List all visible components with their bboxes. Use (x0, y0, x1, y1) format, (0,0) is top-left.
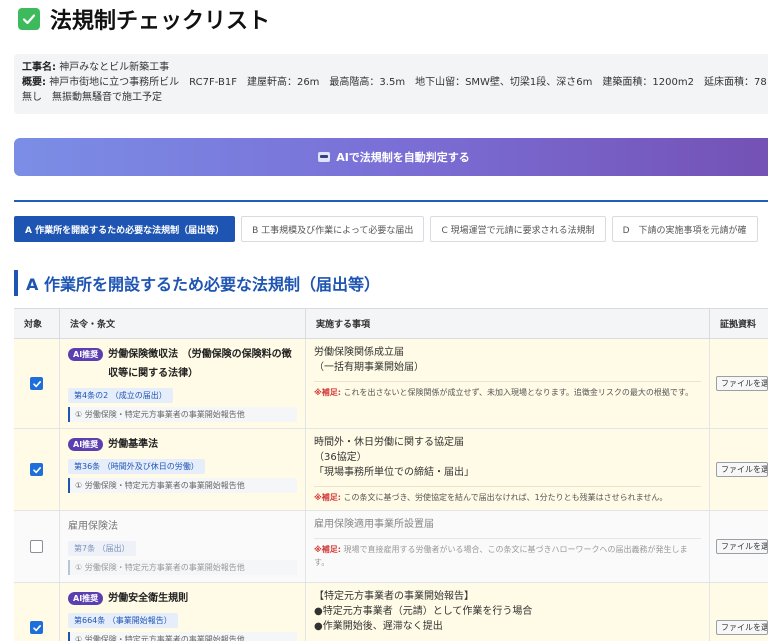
header-law: 法令・条文 (60, 309, 306, 338)
law-cell: AI推奨 労働保険徴収法 （労働保険の保険料の徴収等に関する法律） 第4条の2 … (60, 339, 306, 428)
note-text: 現場で直接雇用する労働者がいる場合、この条文に基づきハローワークへの届出義務が発… (314, 545, 688, 567)
target-checkbox[interactable] (30, 463, 43, 476)
target-checkbox[interactable] (30, 621, 43, 634)
file-select-button[interactable]: ファイルを選択 (716, 462, 768, 477)
article-tag: 第4条の2 （成立の届出） (68, 388, 173, 403)
note-label: ※補足: (314, 388, 341, 397)
ai-judge-button-label: AIで法規制を自動判定する (336, 151, 470, 164)
implement-text: 時間外・休日労働に関する協定届 （36協定） 「現場事務所単位での締結・届出」 (314, 437, 474, 478)
check-icon (18, 8, 40, 30)
tab-b[interactable]: B 工事規模及び作業によって必要な届出 (241, 216, 425, 242)
ai-recommend-badge: AI推奨 (68, 592, 104, 605)
note-text: この条文に基づき、労使協定を結んで届出なければ、1分たりとも残業はさせられません… (343, 493, 668, 502)
target-checkbox[interactable] (30, 540, 43, 553)
tab-d[interactable]: D 下請の実施事項を元請が確 (611, 216, 758, 242)
robot-icon (318, 152, 331, 162)
evidence-cell: ファイルを選択 (710, 339, 768, 428)
article-tag: 第36条 （時間外及び休日の労働） (68, 459, 205, 474)
target-checkbox[interactable] (30, 377, 43, 390)
regulation-table: 対象 法令・条文 実施する事項 証拠資料 AI推奨 労働保険徴収法 （労働保険の… (14, 308, 768, 641)
article-tag: 第7条 （届出） (68, 541, 136, 556)
ai-judge-button[interactable]: AIで法規制を自動判定する (14, 138, 768, 176)
note-label: ※補足: (314, 545, 341, 554)
file-select-button[interactable]: ファイルを選択 (716, 539, 768, 554)
implement-cell: 労働保険関係成立届 （一括有期事業開始届） ※補足: これを出さないと保険関係が… (306, 339, 710, 428)
implement-text: 労働保険関係成立届 （一括有期事業開始届） (314, 347, 424, 373)
law-cell: 雇用保険法 第7条 （届出） ① 労働保険・特定元方事業者の事業開始報告他 (60, 511, 306, 582)
project-summary-line: 概要: 神戸市街地に立つ事務所ビル RC7F-B1F 建屋軒高：26m 最高階高… (22, 75, 767, 90)
implement-text: 【特定元方事業者の事業開始報告】 ●特定元方事業者（元請）として作業を行う場合 … (314, 591, 533, 632)
law-cell: AI推奨 労働基準法 第36条 （時間外及び休日の労働） ① 労働保険・特定元方… (60, 429, 306, 510)
note-text: これを出さないと保険関係が成立せず、未加入現場となります。追徴金リスクの最大の根… (343, 388, 694, 397)
project-summary-value: 神戸市街地に立つ事務所ビル RC7F-B1F 建屋軒高：26m 最高階高：3.5… (49, 77, 767, 88)
project-summary-label: 概要: (22, 77, 46, 88)
law-name: 労働基準法 (108, 439, 159, 450)
law-name: 労働保険徴収法 （労働保険の保険料の徴収等に関する法律） (108, 349, 292, 379)
header-target: 対象 (14, 309, 60, 338)
implement-cell: 雇用保険適用事業所設置届 ※補足: 現場で直接雇用する労働者がいる場合、この条文… (306, 511, 710, 582)
evidence-cell: ファイルを選択 (710, 511, 768, 582)
note-label: ※補足: (314, 493, 341, 502)
row-checkbox-cell (14, 339, 60, 428)
procedure-label: ① 労働保険・特定元方事業者の事業開始報告他 (68, 632, 297, 641)
evidence-cell: ファイルを選択 (710, 583, 768, 641)
row-checkbox-cell (14, 511, 60, 582)
law-name: 労働安全衛生規則 (108, 593, 189, 604)
file-select-button[interactable]: ファイルを選択 (716, 376, 768, 391)
tab-a[interactable]: A 作業所を開設するため必要な法規制（届出等） (14, 216, 236, 242)
procedure-label: ① 労働保険・特定元方事業者の事業開始報告他 (68, 407, 297, 422)
section-divider (14, 200, 768, 202)
procedure-label: ① 労働保険・特定元方事業者の事業開始報告他 (68, 478, 297, 493)
file-select-button[interactable]: ファイルを選択 (716, 620, 768, 635)
table-row: AI推奨 労働安全衛生規則 第664条 （事業開始報告） ① 労働保険・特定元方… (14, 583, 768, 641)
law-cell: AI推奨 労働安全衛生規則 第664条 （事業開始報告） ① 労働保険・特定元方… (60, 583, 306, 641)
header-implement: 実施する事項 (306, 309, 710, 338)
note: ※補足: 現場で直接雇用する労働者がいる場合、この条文に基づきハローワークへの届… (314, 538, 701, 569)
table-header: 対象 法令・条文 実施する事項 証拠資料 (14, 309, 768, 339)
project-name-line: 工事名: 神戸みなとビル新築工事 (22, 60, 766, 75)
row-checkbox-cell (14, 429, 60, 510)
page-title: 法規制チェックリスト (50, 9, 271, 34)
tab-c[interactable]: C 現場運営で元請に要求される法規制 (430, 216, 606, 242)
project-summary-continued: 無し 無振動無騒音で施工予定 (22, 92, 162, 103)
article-tag: 第664条 （事業開始報告） (68, 613, 178, 628)
ai-recommend-badge: AI推奨 (68, 348, 104, 361)
project-info: 工事名: 神戸みなとビル新築工事 概要: 神戸市街地に立つ事務所ビル RC7F-… (14, 54, 768, 114)
table-row: AI推奨 労働保険徴収法 （労働保険の保険料の徴収等に関する法律） 第4条の2 … (14, 339, 768, 429)
title-bar: 法規制チェックリスト (18, 4, 270, 34)
evidence-cell: ファイルを選択 (710, 429, 768, 510)
section-heading: A 作業所を開設するため必要な法規制（届出等） (14, 270, 380, 296)
project-name-value: 神戸みなとビル新築工事 (59, 62, 170, 73)
procedure-label: ① 労働保険・特定元方事業者の事業開始報告他 (68, 560, 297, 575)
implement-cell: 【特定元方事業者の事業開始報告】 ●特定元方事業者（元請）として作業を行う場合 … (306, 583, 710, 641)
law-name: 雇用保険法 (68, 521, 118, 532)
table-row: 雇用保険法 第7条 （届出） ① 労働保険・特定元方事業者の事業開始報告他 雇用… (14, 511, 768, 583)
row-checkbox-cell (14, 583, 60, 641)
note: ※補足: これを出さないと保険関係が成立せず、未加入現場となります。追徴金リスク… (314, 381, 701, 399)
implement-text: 雇用保険適用事業所設置届 (314, 519, 434, 530)
implement-cell: 時間外・休日労働に関する協定届 （36協定） 「現場事務所単位での締結・届出」 … (306, 429, 710, 510)
ai-recommend-badge: AI推奨 (68, 438, 104, 451)
category-tabs: A 作業所を開設するため必要な法規制（届出等） B 工事規模及び作業によって必要… (14, 216, 758, 242)
header-evidence: 証拠資料 (720, 320, 757, 330)
note: ※補足: この条文に基づき、労使協定を結んで届出なければ、1分たりとも残業はさせ… (314, 486, 701, 504)
project-name-label: 工事名: (22, 62, 56, 73)
table-row: AI推奨 労働基準法 第36条 （時間外及び休日の労働） ① 労働保険・特定元方… (14, 429, 768, 511)
